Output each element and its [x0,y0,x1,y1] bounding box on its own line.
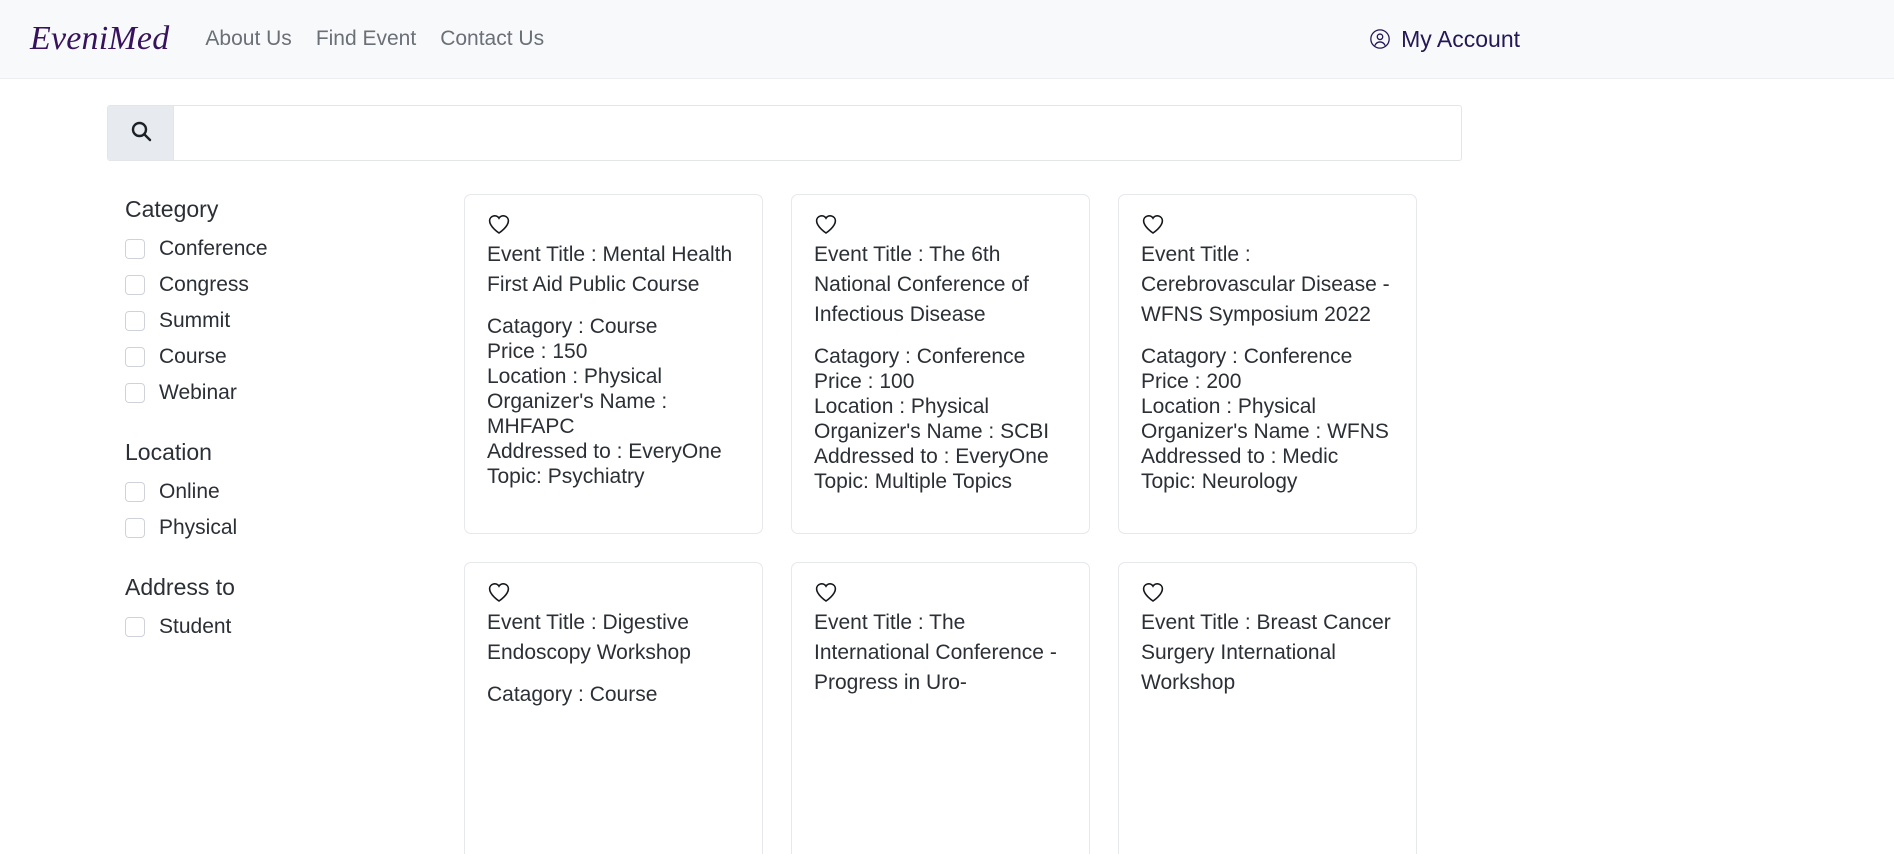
nav-item-contact-us[interactable]: Contact Us [440,27,544,51]
event-card[interactable]: Event Title : Cerebrovascular Disease - … [1118,194,1417,534]
event-card[interactable]: Event Title : Digestive Endoscopy Worksh… [464,562,763,854]
filters-sidebar: Category Conference Congress Summit Cour… [107,194,464,854]
checkbox-webinar[interactable] [125,383,145,403]
filter-option-student[interactable]: Student [125,615,464,639]
event-card[interactable]: Event Title : The 6th National Conferenc… [791,194,1090,534]
my-account-button[interactable]: My Account [1369,26,1864,53]
filter-title-address-to: Address to [125,574,235,600]
filter-option-summit[interactable]: Summit [125,309,464,333]
event-card[interactable]: Event Title : The International Conferen… [791,562,1090,854]
event-title: Event Title : Mental Health First Aid Pu… [487,243,733,296]
checkbox-online[interactable] [125,482,145,502]
filter-label-webinar: Webinar [159,381,237,404]
filter-label-congress: Congress [159,273,249,296]
my-account-label: My Account [1401,25,1520,52]
checkbox-physical[interactable] [125,518,145,538]
filter-group-location: Location Online Physical [107,439,464,540]
event-meta: Catagory : Course Price : 150 Location :… [487,315,722,488]
checkbox-conference[interactable] [125,239,145,259]
filter-label-summit: Summit [159,309,231,332]
favorite-heart-icon[interactable] [814,215,838,239]
main-nav: About Us Find Event Contact Us [205,27,544,51]
site-header: EveniMed About Us Find Event Contact Us … [0,0,1894,79]
checkbox-student[interactable] [125,617,145,637]
brand-logo[interactable]: EveniMed [30,20,169,58]
checkbox-summit[interactable] [125,311,145,331]
event-title: Event Title : Cerebrovascular Disease - … [1141,243,1390,326]
filter-option-webinar[interactable]: Webinar [125,381,464,405]
checkbox-congress[interactable] [125,275,145,295]
event-cards-grid: Event Title : Mental Health First Aid Pu… [464,194,1417,854]
filter-option-congress[interactable]: Congress [125,273,464,297]
favorite-heart-icon[interactable] [487,583,511,607]
favorite-heart-icon[interactable] [1141,215,1165,239]
nav-item-find-event[interactable]: Find Event [316,27,416,51]
event-meta: Catagory : Conference Price : 200 Locati… [1141,345,1389,493]
favorite-heart-icon[interactable] [814,583,838,607]
event-title: Event Title : Breast Cancer Surgery Inte… [1141,611,1391,694]
event-title: Event Title : The International Conferen… [814,611,1057,694]
favorite-heart-icon[interactable] [487,215,511,239]
filter-title-category: Category [125,196,219,222]
filter-option-course[interactable]: Course [125,345,464,369]
event-meta: Catagory : Conference Price : 100 Locati… [814,345,1050,493]
search-button[interactable] [108,106,174,160]
filter-option-physical[interactable]: Physical [125,516,464,540]
filter-label-conference: Conference [159,237,268,260]
filter-title-location: Location [125,439,212,465]
event-title: Event Title : The 6th National Conferenc… [814,243,1029,326]
filter-group-address-to: Address to Student [107,574,464,639]
filter-label-student: Student [159,615,232,638]
event-card[interactable]: Event Title : Mental Health First Aid Pu… [464,194,763,534]
search-section [0,79,1894,161]
event-meta: Catagory : Course [487,683,658,706]
search-icon [129,119,153,148]
user-circle-icon [1369,28,1391,50]
filter-label-online: Online [159,480,220,503]
checkbox-course[interactable] [125,347,145,367]
filter-option-online[interactable]: Online [125,480,464,504]
filter-label-course: Course [159,345,227,368]
filter-group-category: Category Conference Congress Summit Cour… [107,196,464,405]
filter-label-physical: Physical [159,516,238,539]
search-bar [107,105,1462,161]
nav-item-about-us[interactable]: About Us [205,27,291,51]
event-title: Event Title : Digestive Endoscopy Worksh… [487,611,691,664]
content-area: Category Conference Congress Summit Cour… [0,161,1894,854]
favorite-heart-icon[interactable] [1141,583,1165,607]
filter-option-conference[interactable]: Conference [125,237,464,261]
event-card[interactable]: Event Title : Breast Cancer Surgery Inte… [1118,562,1417,854]
search-input[interactable] [174,106,1461,160]
